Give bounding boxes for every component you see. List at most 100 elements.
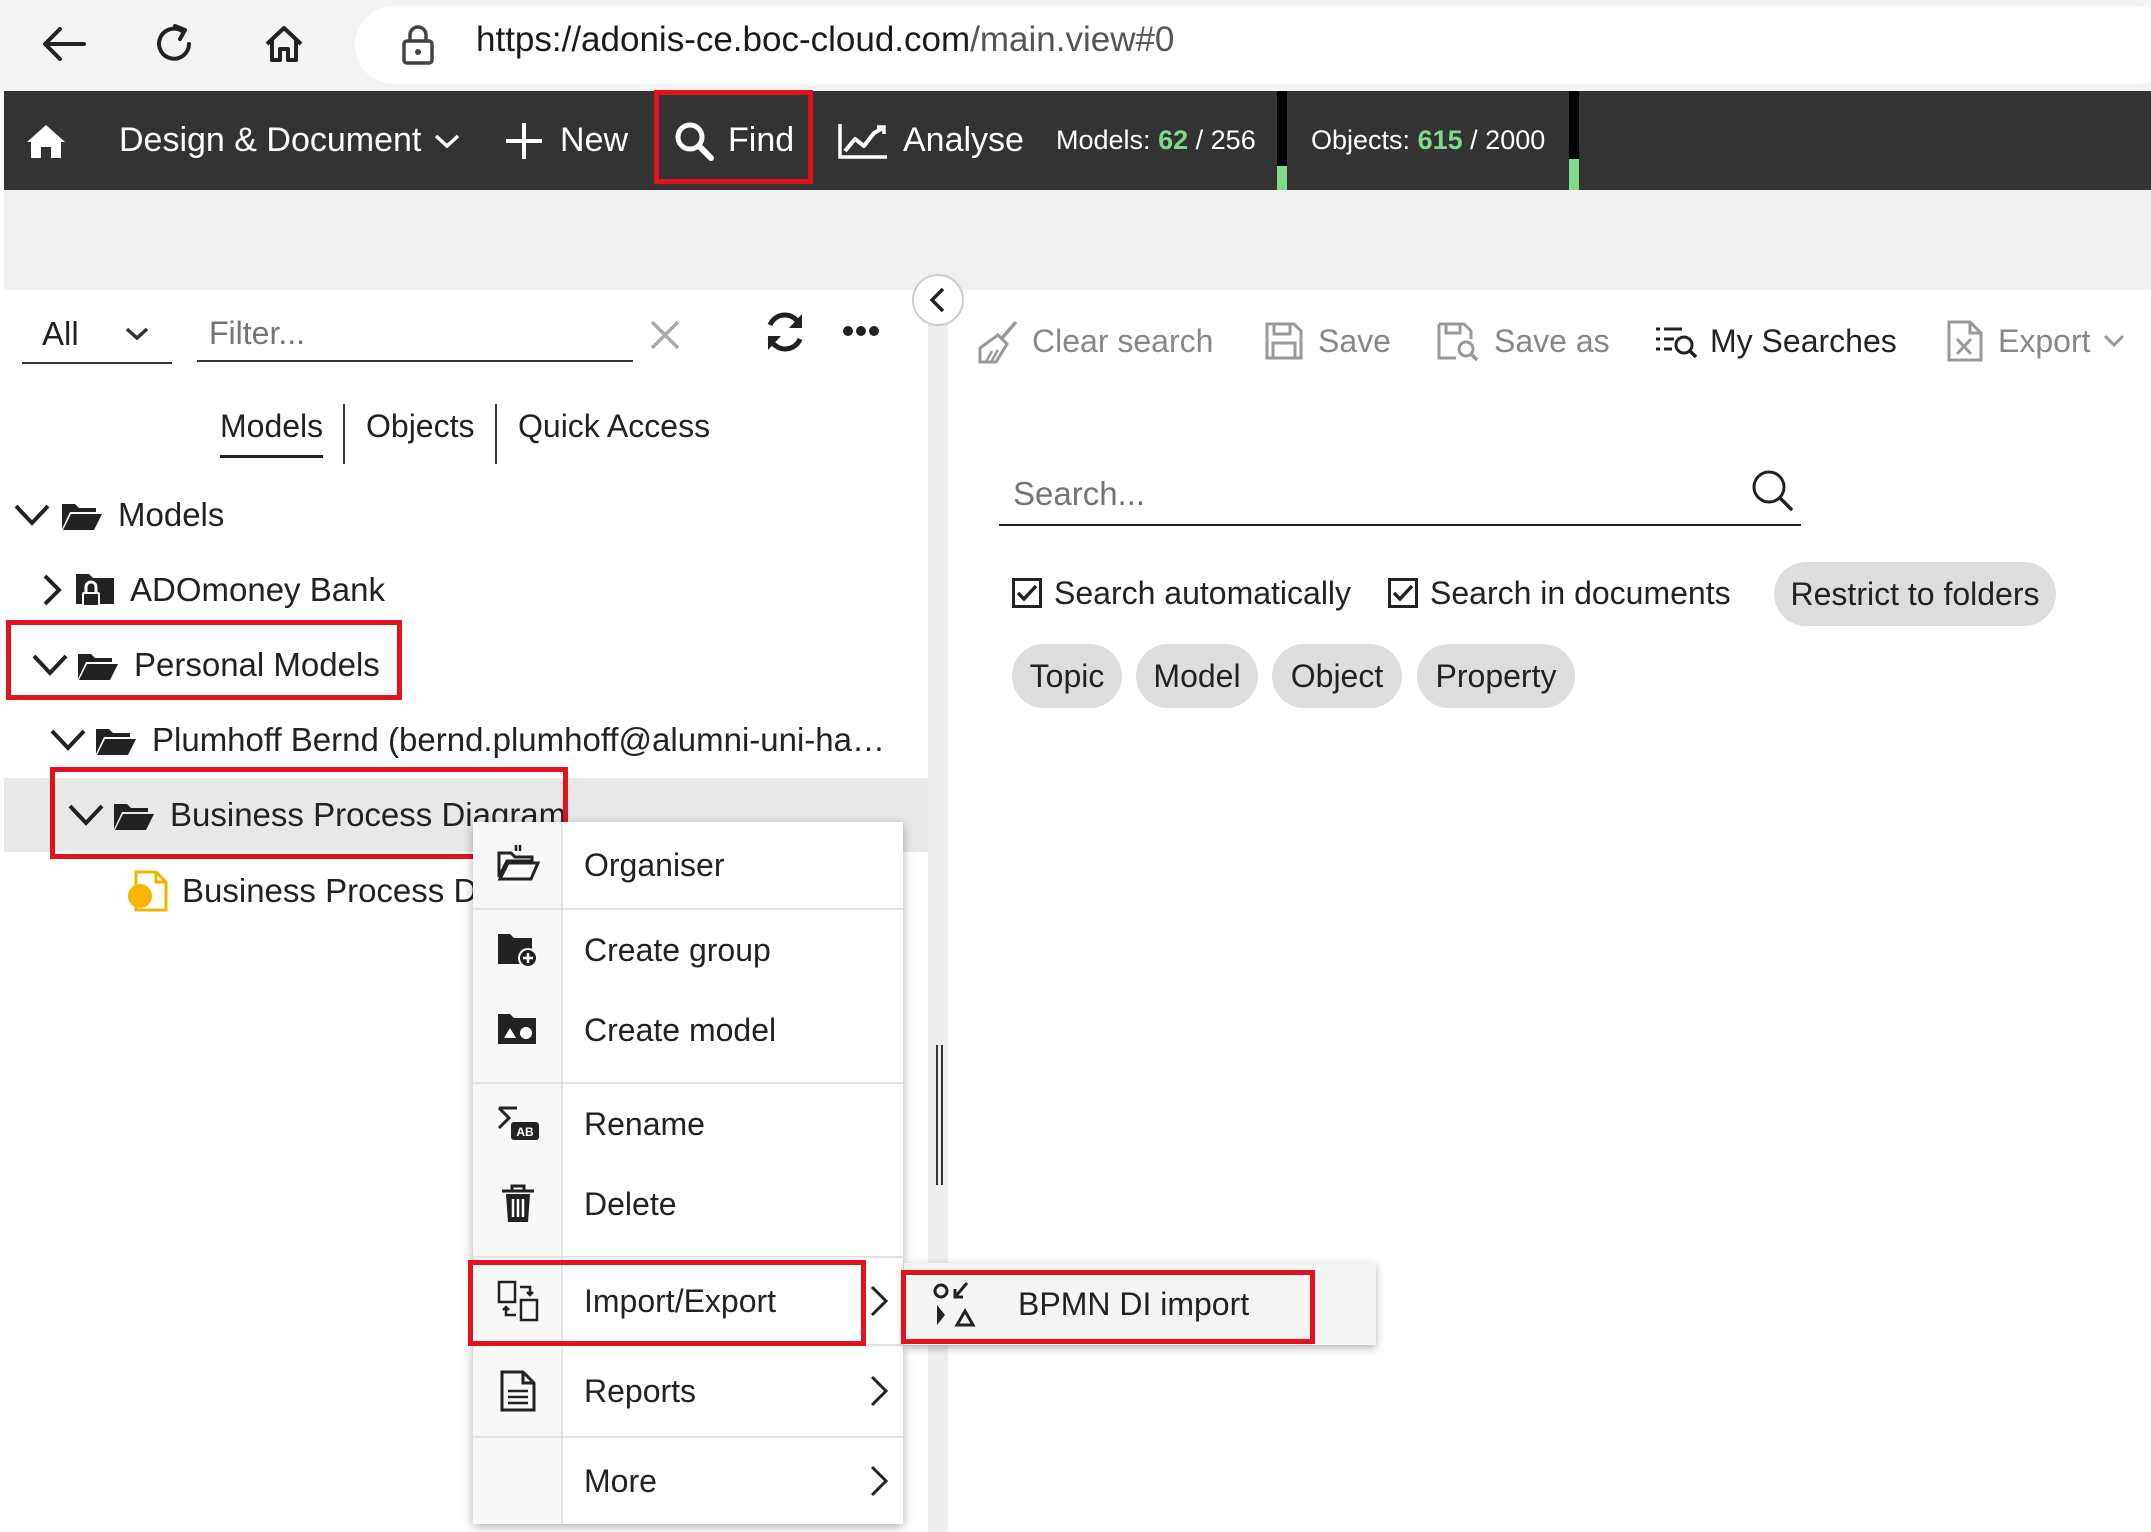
menu-item-rename[interactable]: AB Rename	[473, 1084, 903, 1164]
tab-objects[interactable]: Objects	[366, 408, 474, 445]
checkbox-box	[1388, 578, 1418, 608]
search-automatically-checkbox[interactable]: Search automatically	[1012, 568, 1351, 618]
my-searches-label: My Searches	[1710, 322, 1897, 359]
tree-item-label: Models	[118, 496, 225, 533]
analyse-button[interactable]: Analyse	[837, 91, 1024, 190]
url-text[interactable]: https://adonis-ce.boc-cloud.com/main.vie…	[476, 20, 1174, 60]
tree-item-adomoney-bank[interactable]: ADOmoney Bank	[40, 557, 385, 623]
save-as-label: Save as	[1494, 322, 1610, 359]
close-icon	[650, 320, 680, 350]
tree-item-models[interactable]: Models	[12, 482, 224, 548]
splitter-grip	[941, 1045, 943, 1185]
find-button[interactable]: Find	[674, 91, 794, 190]
menu-item-label: More	[584, 1462, 657, 1499]
reload-icon	[157, 24, 191, 61]
model-chip[interactable]: Model	[1136, 644, 1258, 708]
chevron-left-icon	[929, 287, 945, 313]
refresh-button[interactable]	[762, 310, 808, 354]
objects-used: 615	[1417, 125, 1463, 155]
menu-item-import-export[interactable]: Import/Export	[473, 1258, 903, 1344]
home-button[interactable]	[254, 14, 314, 74]
design-document-label: Design & Document	[119, 121, 422, 159]
clear-search-button[interactable]: Clear search	[976, 318, 1213, 364]
search-submit-button[interactable]	[1750, 468, 1794, 512]
object-chip[interactable]: Object	[1272, 644, 1402, 708]
splitter-grip	[936, 1045, 938, 1185]
chevron-down-icon	[68, 804, 104, 826]
folder-plus-icon	[495, 927, 541, 973]
objects-separator: /	[1470, 125, 1478, 155]
back-button[interactable]	[34, 14, 94, 74]
export-menu[interactable]: Export	[1946, 318, 2126, 364]
objects-total: 2000	[1485, 125, 1546, 155]
menu-item-bpmn-di-import[interactable]: BPMN DI import	[904, 1263, 1376, 1345]
folder-open-icon	[78, 654, 118, 680]
chevron-down-icon	[125, 327, 149, 341]
menu-item-label: Organiser	[584, 846, 725, 883]
restrict-to-folders-chip[interactable]: Restrict to folders	[1774, 562, 2056, 626]
home-icon	[27, 124, 65, 158]
tree-item-label: Plumhoff Bernd (bernd.plumhoff@alumni-un…	[152, 721, 885, 758]
tab-models[interactable]: Models	[220, 408, 324, 458]
chevron-down-icon	[50, 729, 86, 751]
url-path: /main.view#0	[970, 20, 1175, 59]
menu-item-more[interactable]: More	[473, 1438, 903, 1524]
refresh-icon	[767, 312, 803, 352]
folder-shapes-icon	[495, 1007, 541, 1053]
model-document-icon	[128, 870, 168, 912]
menu-item-delete[interactable]: Delete	[473, 1164, 903, 1244]
property-chip[interactable]: Property	[1417, 644, 1575, 708]
objects-counter-label: Objects:	[1311, 125, 1411, 155]
search-in-documents-checkbox[interactable]: Search in documents	[1388, 568, 1731, 618]
url-host: https://adonis-ce.boc-cloud.com	[476, 20, 971, 59]
models-used: 62	[1158, 125, 1189, 155]
tree-item-business-process-model[interactable]: Business Process D	[126, 858, 477, 924]
export-label: Export	[1998, 322, 2091, 359]
new-button[interactable]: New	[504, 91, 628, 190]
save-as-button[interactable]: Save as	[1436, 318, 1610, 364]
broom-icon	[978, 320, 1018, 364]
new-label: New	[560, 121, 629, 159]
tree-item-label: ADOmoney Bank	[130, 571, 385, 608]
more-options-button[interactable]	[842, 324, 880, 338]
report-document-icon	[495, 1368, 541, 1414]
menu-item-create-group[interactable]: Create group	[473, 910, 903, 990]
browser-bar: https://adonis-ce.boc-cloud.com/main.vie…	[0, 0, 2151, 90]
collapse-panel-button[interactable]	[912, 274, 964, 326]
chevron-right-icon	[870, 1285, 889, 1317]
bpmn-import-icon	[933, 1282, 976, 1327]
objects-counter: Objects: 615 / 2000	[1311, 91, 1545, 190]
home-toolbar-button[interactable]	[24, 91, 68, 190]
search-input[interactable]	[999, 464, 1801, 526]
tree-item-personal-models[interactable]: Personal Models	[30, 632, 380, 698]
topic-chip[interactable]: Topic	[1012, 644, 1122, 708]
tab-quick-access[interactable]: Quick Access	[518, 408, 710, 445]
menu-item-label: Create group	[584, 931, 771, 968]
panel-splitter[interactable]	[928, 290, 948, 1532]
folder-open-icon	[62, 504, 102, 530]
locked-folder-icon	[76, 574, 114, 607]
filter-input[interactable]	[197, 306, 633, 362]
import-export-submenu: BPMN DI import	[904, 1263, 1376, 1345]
menu-item-create-model[interactable]: Create model	[473, 990, 903, 1070]
clear-filter-button[interactable]	[648, 318, 682, 352]
menu-item-organiser[interactable]: Organiser	[473, 822, 903, 908]
plus-icon	[506, 122, 542, 159]
scope-select[interactable]: All	[22, 306, 172, 364]
search-icon	[1752, 470, 1793, 511]
save-button[interactable]: Save	[1264, 318, 1391, 364]
tab-divider	[343, 404, 345, 464]
menu-item-reports[interactable]: Reports	[473, 1346, 903, 1436]
tab-divider	[495, 404, 497, 464]
find-label: Find	[728, 121, 795, 159]
models-quota-fill	[1277, 166, 1287, 190]
my-searches-button[interactable]: My Searches	[1654, 318, 1897, 364]
organiser-icon	[495, 842, 541, 888]
excel-export-icon	[1947, 320, 1983, 362]
reload-button[interactable]	[144, 14, 204, 74]
folder-open-icon	[114, 804, 154, 830]
app-toolbar: Design & Document New Find Analyse Model…	[4, 91, 2151, 190]
design-document-menu[interactable]: Design & Document	[119, 91, 461, 190]
tree-item-plumhoff-bernd[interactable]: Plumhoff Bernd (bernd.plumhoff@alumni-un…	[48, 707, 885, 773]
menu-item-label: Create model	[584, 1011, 777, 1048]
